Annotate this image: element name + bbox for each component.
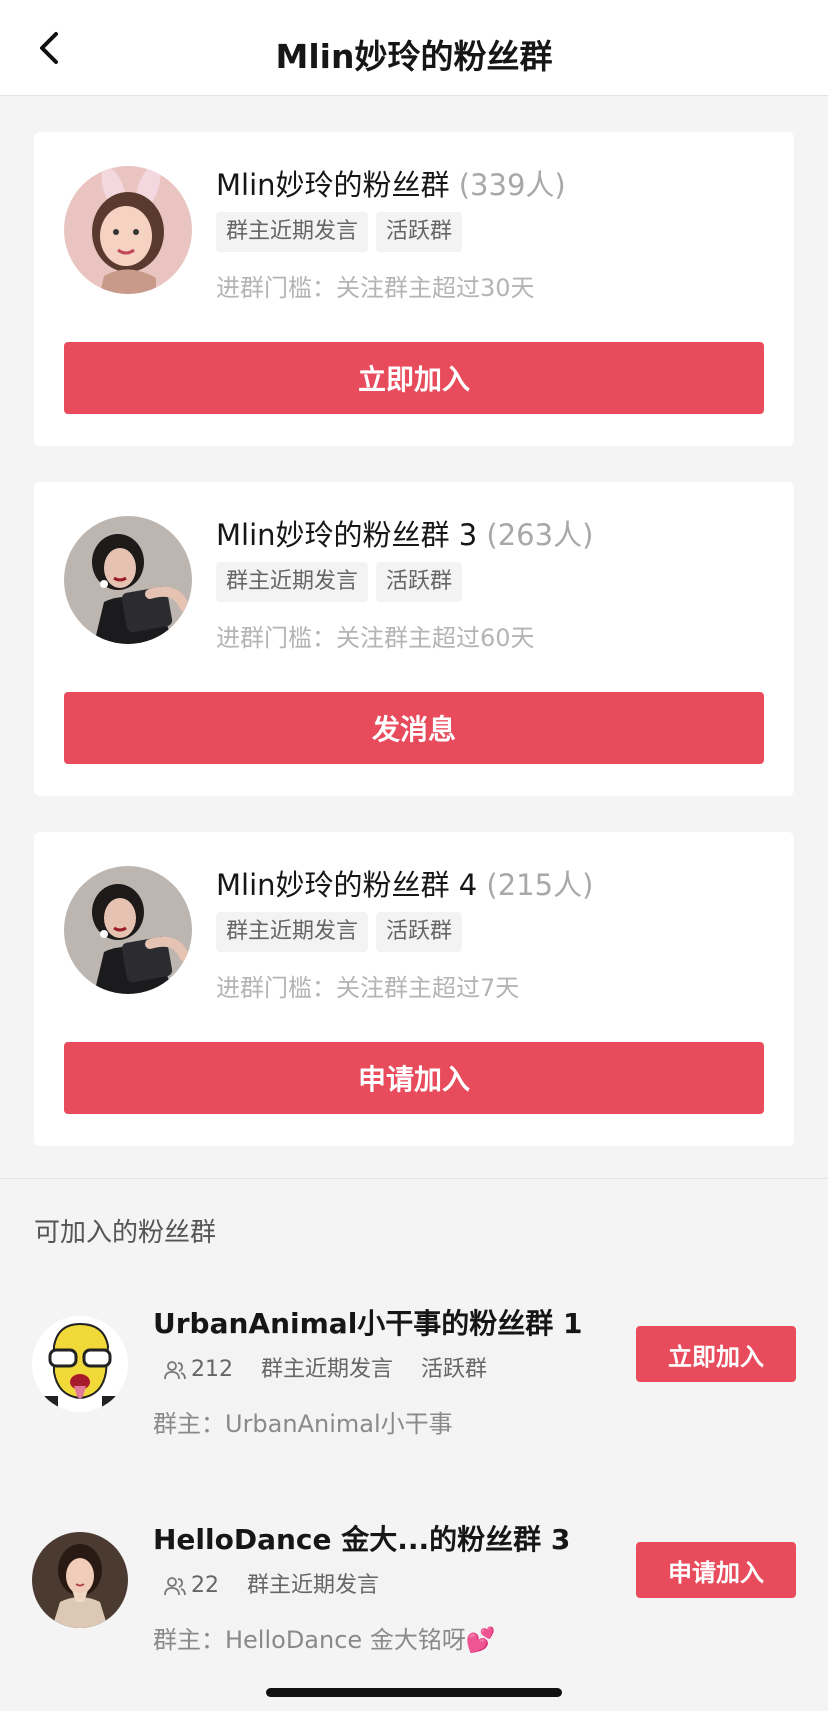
group-name-text: Mlin妙玲的粉丝群 4 — [216, 868, 478, 902]
home-indicator — [266, 1688, 562, 1697]
tag-active: 活跃群 — [411, 1350, 498, 1390]
tag-list: 群主近期发言 活跃群 — [216, 562, 463, 602]
apply-join-button[interactable]: 申请加入 — [636, 1542, 796, 1598]
group-card: Mlin妙玲的粉丝群 (339人) 群主近期发言 活跃群 进群门槛：关注群主超过… — [34, 132, 794, 446]
group-name: Mlin妙玲的粉丝群 3 (263人) — [216, 512, 593, 554]
group-name: HelloDance 金大...的粉丝群 3 — [153, 1523, 571, 1556]
group-owner-text: 群主：HelloDance 金大铭呀 — [153, 1626, 466, 1654]
group-owner: 群主：UrbanAnimal小干事 — [153, 1410, 453, 1438]
list-item[interactable]: HelloDance 金大...的粉丝群 3 22 群主近期发言 群主：Hell… — [0, 1506, 828, 1666]
apply-join-button[interactable]: 申请加入 — [64, 1042, 764, 1114]
send-message-button[interactable]: 发消息 — [64, 692, 764, 764]
join-threshold: 进群门槛：关注群主超过60天 — [216, 624, 535, 652]
group-avatar — [32, 1532, 128, 1628]
tag-active: 活跃群 — [376, 562, 463, 602]
tag-active: 活跃群 — [376, 212, 463, 252]
tag-list: 群主近期发言 活跃群 — [216, 212, 463, 252]
people-icon — [164, 1577, 186, 1596]
group-avatar — [64, 166, 192, 294]
group-name: UrbanAnimal小干事的粉丝群 1 — [153, 1307, 583, 1340]
section-title: 可加入的粉丝群 — [34, 1218, 217, 1248]
member-count-tag: 212 — [153, 1350, 243, 1390]
tag-list: 22 群主近期发言 — [153, 1566, 390, 1606]
member-count: (339人) — [458, 168, 566, 202]
two-hearts-icon: 💕 — [465, 1626, 496, 1654]
section-divider — [0, 1178, 828, 1179]
member-count: 22 — [191, 1573, 219, 1598]
tag-list: 212 群主近期发言 活跃群 — [153, 1350, 498, 1390]
tag-owner-recent: 群主近期发言 — [237, 1566, 390, 1606]
people-icon — [164, 1361, 186, 1380]
group-name: Mlin妙玲的粉丝群 4 (215人) — [216, 862, 593, 904]
group-owner: 群主：HelloDance 金大铭呀💕 — [153, 1620, 496, 1655]
member-count: (263人) — [486, 518, 594, 552]
group-avatar — [64, 866, 192, 994]
group-name-text: Mlin妙玲的粉丝群 — [216, 168, 450, 202]
group-card: Mlin妙玲的粉丝群 3 (263人) 群主近期发言 活跃群 进群门槛：关注群主… — [34, 482, 794, 796]
tag-active: 活跃群 — [376, 912, 463, 952]
join-threshold: 进群门槛：关注群主超过7天 — [216, 974, 520, 1002]
group-avatar — [64, 516, 192, 644]
member-count: 212 — [191, 1357, 233, 1382]
page-title: Mlin妙玲的粉丝群 — [275, 37, 553, 76]
join-threshold: 进群门槛：关注群主超过30天 — [216, 274, 535, 302]
top-nav-bar: Mlin妙玲的粉丝群 — [0, 0, 828, 96]
tag-owner-recent: 群主近期发言 — [216, 562, 369, 602]
member-count: (215人) — [486, 868, 594, 902]
group-name: Mlin妙玲的粉丝群 (339人) — [216, 162, 566, 204]
list-item[interactable]: UrbanAnimal小干事的粉丝群 1 212 群主近期发言 活跃群 群主：U… — [0, 1290, 828, 1450]
tag-owner-recent: 群主近期发言 — [216, 212, 369, 252]
member-count-tag: 22 — [153, 1566, 229, 1606]
join-now-button[interactable]: 立即加入 — [636, 1326, 796, 1382]
tag-list: 群主近期发言 活跃群 — [216, 912, 463, 952]
tag-owner-recent: 群主近期发言 — [216, 912, 369, 952]
group-card: Mlin妙玲的粉丝群 4 (215人) 群主近期发言 活跃群 进群门槛：关注群主… — [34, 832, 794, 1146]
tag-owner-recent: 群主近期发言 — [251, 1350, 404, 1390]
group-name-text: Mlin妙玲的粉丝群 3 — [216, 518, 478, 552]
group-avatar — [32, 1316, 128, 1412]
join-now-button[interactable]: 立即加入 — [64, 342, 764, 414]
